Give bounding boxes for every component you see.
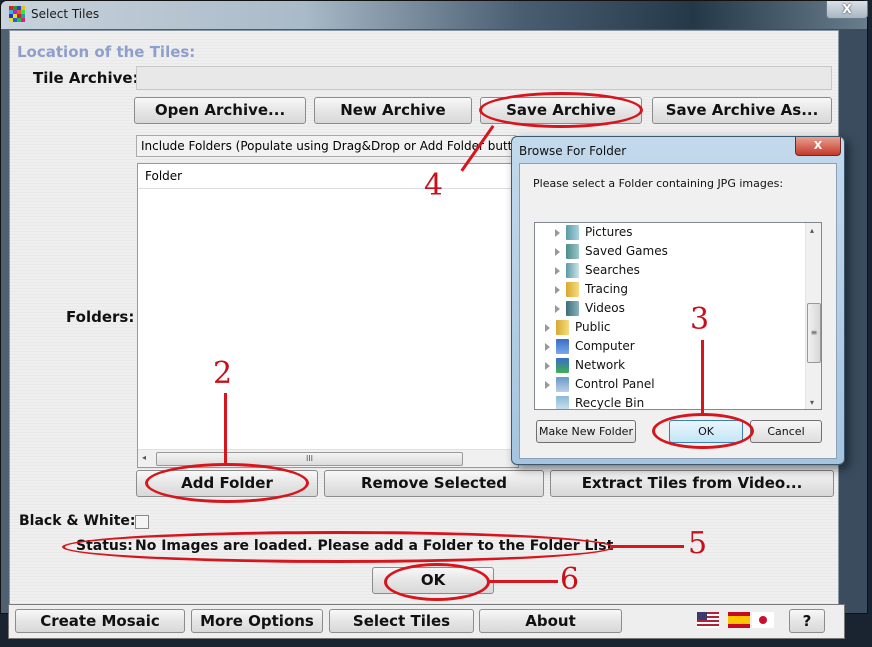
network-icon [556,358,569,373]
tree-item-saved-games[interactable]: Saved Games [555,242,668,261]
tab-about[interactable]: About [479,609,622,633]
scroll-down-arrow-icon[interactable]: ▾ [810,398,814,407]
tree-item-label: Control Panel [575,377,655,391]
expand-arrow-icon[interactable] [555,247,560,256]
tree-item-label: Recycle Bin [575,396,645,410]
help-button[interactable]: ? [789,609,825,633]
japan-flag-icon[interactable] [752,612,774,628]
expand-arrow-icon[interactable] [545,323,550,332]
scroll-thumb[interactable]: ≡ [807,303,821,363]
open-archive-button[interactable]: Open Archive... [134,97,306,124]
computer-icon [556,339,569,354]
spain-flag-icon[interactable] [728,612,750,628]
folder-tree[interactable]: Pictures Saved Games Searches Tracing Vi… [534,222,822,410]
annotation-number-3: 3 [690,302,710,337]
folder-icon [556,320,569,335]
tile-archive-field[interactable] [136,66,832,90]
expand-arrow-icon[interactable] [545,361,550,370]
tree-item-searches[interactable]: Searches [555,261,640,280]
tree-item-computer[interactable]: Computer [545,337,635,356]
make-new-folder-button[interactable]: Make New Folder [536,420,636,443]
tab-select-tiles[interactable]: Select Tiles [329,609,474,633]
tab-more-options[interactable]: More Options [191,609,323,633]
app-icon [9,6,25,22]
annotation-line-2 [224,393,227,463]
expand-arrow-icon[interactable] [545,342,550,351]
window-title: Select Tiles [31,7,100,21]
annotation-number-6: 6 [560,562,580,597]
pictures-folder-icon [566,225,579,240]
save-archive-as-button[interactable]: Save Archive As... [652,97,832,124]
tree-item-network[interactable]: Network [545,356,625,375]
scroll-thumb[interactable]: III [156,452,463,466]
tree-item-label: Tracing [585,282,629,296]
extract-tiles-button[interactable]: Extract Tiles from Video... [550,470,834,497]
folder-icon [566,282,579,297]
dialog-cancel-button[interactable]: Cancel [750,420,822,443]
annotation-number-2: 2 [213,356,233,391]
remove-selected-button[interactable]: Remove Selected [324,470,544,497]
tree-item-label: Public [575,320,611,334]
searches-folder-icon [566,263,579,278]
annotation-line-3 [701,340,704,413]
tree-item-label: Network [575,358,626,372]
expand-arrow-icon[interactable] [545,380,550,389]
tree-item-tracing[interactable]: Tracing [555,280,628,299]
status-text: No Images are loaded. Please add a Folde… [135,538,614,554]
annotation-line-6 [488,580,558,583]
tree-item-pictures[interactable]: Pictures [555,223,633,242]
black-white-label: Black & White: [19,513,136,529]
dialog-ok-button[interactable]: OK [669,420,743,443]
dialog-title: Browse For Folder [519,144,627,158]
tree-item-control-panel[interactable]: Control Panel [545,375,655,394]
expand-arrow-icon[interactable] [555,304,560,313]
add-folder-button[interactable]: Add Folder [136,470,318,497]
saved-games-folder-icon [566,244,579,259]
vertical-scrollbar[interactable]: ▴ ≡ ▾ [805,223,821,409]
annotation-number-5: 5 [688,526,708,561]
scroll-up-arrow-icon[interactable]: ▴ [810,226,814,235]
close-button[interactable]: X [826,1,868,19]
section-heading: Location of the Tiles: [17,43,196,61]
tree-item-videos[interactable]: Videos [555,299,625,318]
control-panel-icon [556,377,569,392]
status-label: Status: [76,538,133,554]
folder-list[interactable]: Folder ◂ III [137,163,519,468]
us-flag-icon[interactable] [697,612,719,628]
browse-for-folder-dialog: Browse For Folder X Please select a Fold… [511,136,845,465]
include-folders-field[interactable]: Include Folders (Populate using Drag&Dro… [136,135,516,157]
tree-item-label: Searches [585,263,640,277]
tree-item-recycle-bin[interactable]: Recycle Bin [556,394,645,410]
dialog-close-button[interactable]: X [795,137,841,156]
scroll-left-arrow-icon[interactable]: ◂ [142,453,146,462]
expand-arrow-icon[interactable] [555,266,560,275]
title-bar[interactable]: Select Tiles [1,1,867,29]
save-archive-button[interactable]: Save Archive [480,97,642,124]
annotation-number-4: 4 [424,168,444,203]
tree-item-label: Videos [585,301,625,315]
tree-item-public[interactable]: Public [545,318,611,337]
black-white-checkbox[interactable] [135,515,149,529]
dialog-prompt: Please select a Folder containing JPG im… [533,177,784,190]
horizontal-scrollbar[interactable]: ◂ III [138,449,518,467]
expand-arrow-icon[interactable] [555,285,560,294]
new-archive-button[interactable]: New Archive [314,97,472,124]
dialog-client-area: Please select a Folder containing JPG im… [519,163,837,459]
tree-item-label: Pictures [585,225,633,239]
tab-create-mosaic[interactable]: Create Mosaic [15,609,185,633]
annotation-line-5 [612,545,684,548]
tree-item-label: Saved Games [585,244,668,258]
recycle-bin-icon [556,396,569,409]
tile-archive-label: Tile Archive: [33,69,139,87]
videos-folder-icon [566,301,579,316]
folders-label: Folders: [66,308,135,326]
tree-item-label: Computer [575,339,635,353]
ok-button[interactable]: OK [372,567,494,594]
expand-arrow-icon[interactable] [555,228,560,237]
